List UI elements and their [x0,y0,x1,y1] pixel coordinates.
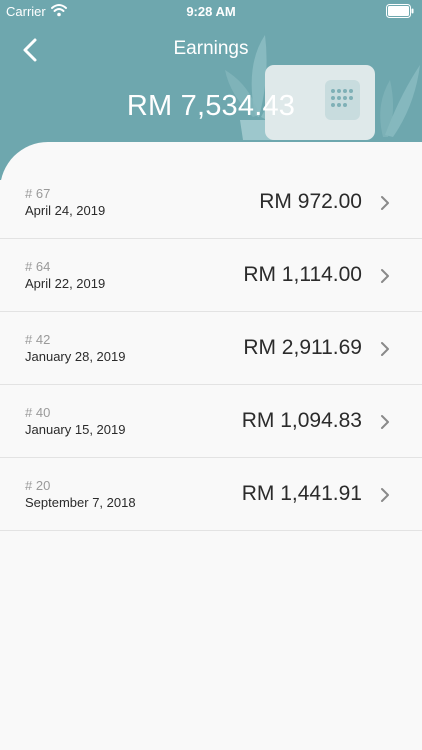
order-date: April 22, 2019 [25,276,106,291]
order-amount: RM 1,094.83 [241,409,362,432]
chevron-right-icon [381,342,389,356]
earnings-list: # 67 April 24, 2019 RM 972.00 # 64 April… [0,166,422,531]
earnings-row[interactable]: # 20 September 7, 2018 RM 1,441.91 [0,458,422,531]
battery-icon [386,4,414,18]
total-earnings: RM 7,534.43 [126,90,296,122]
order-amount: RM 1,114.00 [243,263,362,286]
order-date: April 24, 2019 [25,203,106,218]
order-number: # 42 [25,332,51,347]
earnings-row[interactable]: # 40 January 15, 2019 RM 1,094.83 [0,385,422,458]
order-date: January 15, 2019 [25,422,126,437]
chevron-right-icon [381,488,389,502]
earnings-row[interactable]: # 67 April 24, 2019 RM 972.00 [0,166,422,239]
page-title: Earnings [173,38,249,59]
order-number: # 20 [25,478,51,493]
earnings-row[interactable]: # 64 April 22, 2019 RM 1,114.00 [0,239,422,312]
status-time: 9:28 AM [186,4,236,19]
status-bar: Carrier 9:28 AM [0,0,422,22]
earnings-panel: # 67 April 24, 2019 RM 972.00 # 64 April… [0,142,422,750]
earnings-row[interactable]: # 42 January 28, 2019 RM 2,911.69 [0,312,422,385]
order-number: # 40 [25,405,51,420]
chevron-right-icon [381,196,389,210]
order-date: January 28, 2019 [25,349,126,364]
order-date: September 7, 2018 [25,495,136,510]
order-number: # 64 [25,259,51,274]
chevron-right-icon [381,269,389,283]
chevron-right-icon [381,415,389,429]
order-amount: RM 972.00 [259,190,362,213]
order-number: # 67 [25,186,51,201]
order-amount: RM 1,441.91 [241,482,362,505]
order-amount: RM 2,911.69 [243,336,362,359]
